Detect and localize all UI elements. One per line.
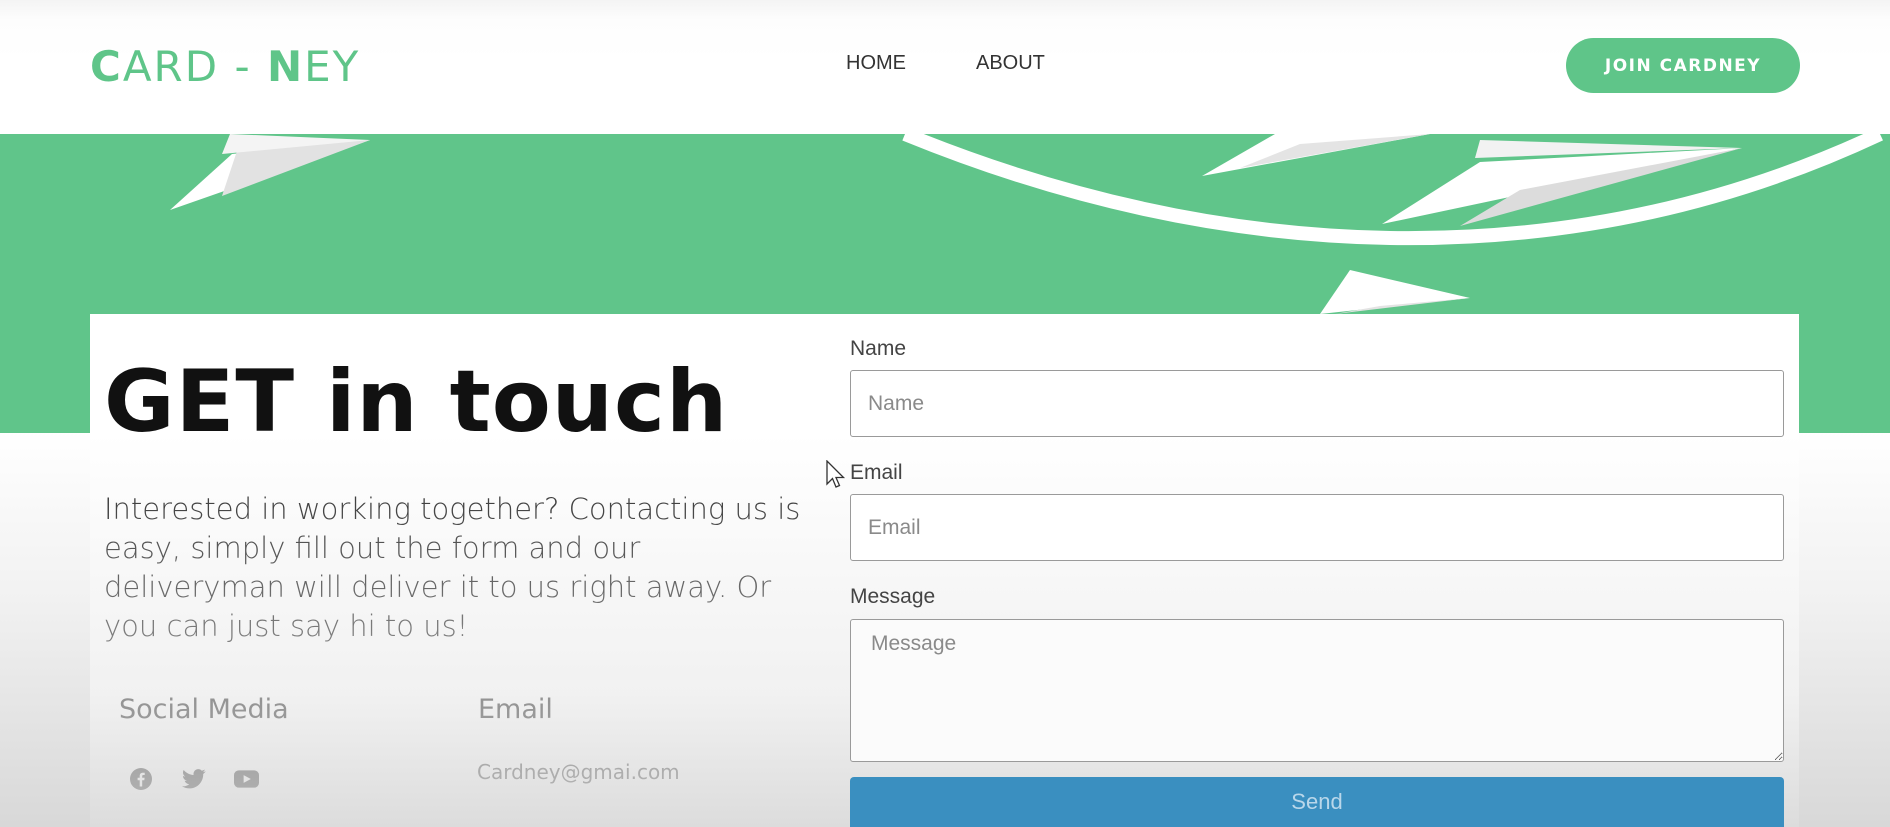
email-input[interactable] [850, 494, 1784, 561]
logo-text-ey: EY [304, 41, 361, 91]
join-cardney-button[interactable]: JOIN CARDNEY [1566, 38, 1800, 93]
nav-item-about[interactable]: ABOUT [976, 52, 1045, 75]
main-nav: HOME ABOUT [846, 52, 1045, 75]
page-title: GET in touch [104, 352, 729, 452]
email-label: Email [850, 461, 903, 484]
youtube-icon[interactable] [234, 766, 259, 791]
mouse-cursor-icon [826, 460, 846, 488]
nav-item-home[interactable]: HOME [846, 52, 906, 75]
brand-logo[interactable]: C ARD - N EY [90, 41, 361, 91]
social-icons [128, 766, 259, 791]
intro-text: Interested in working together? Contacti… [104, 492, 801, 643]
message-label: Message [850, 585, 936, 608]
twitter-icon[interactable] [181, 766, 206, 791]
logo-dash: - [219, 41, 267, 91]
send-button[interactable]: Send [850, 777, 1784, 827]
message-textarea[interactable] [850, 619, 1784, 762]
site-header: C ARD - N EY HOME ABOUT JOIN CARDNEY [0, 0, 1890, 134]
logo-letter-n: N [266, 41, 305, 91]
name-input[interactable] [850, 370, 1784, 437]
name-label: Name [850, 337, 907, 360]
email-heading: Email [478, 694, 553, 725]
contact-email-address[interactable]: Cardney@gmai.com [477, 760, 680, 784]
social-media-heading: Social Media [119, 694, 289, 725]
facebook-icon[interactable] [128, 766, 153, 791]
logo-letter-c: C [90, 41, 123, 91]
logo-text-ard: ARD [122, 41, 220, 91]
